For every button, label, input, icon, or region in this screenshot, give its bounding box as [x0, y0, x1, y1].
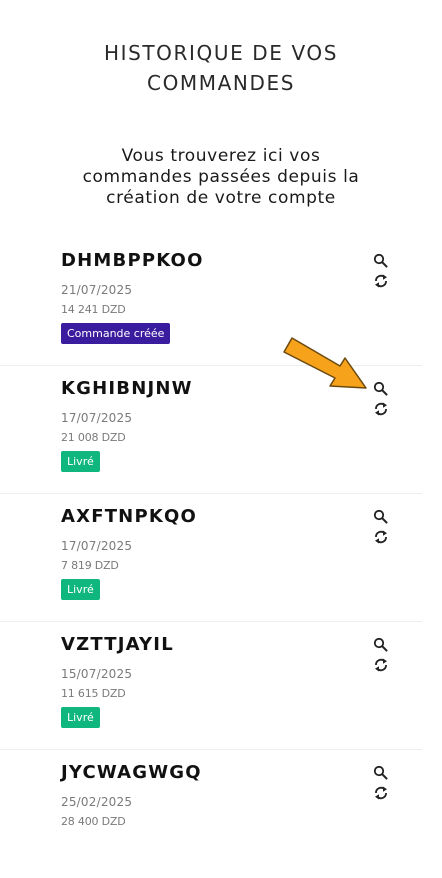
page-title: HISTORIQUE DE VOS COMMANDES — [0, 38, 442, 98]
order-date: 17/07/2025 — [61, 411, 133, 425]
order-date: 25/02/2025 — [61, 795, 133, 809]
order-actions — [372, 380, 390, 418]
order-amount: 28 400 DZD — [61, 815, 126, 828]
status-badge: Commande créée — [61, 323, 171, 344]
page-subtitle-line-1: Vous trouverez ici vos — [121, 146, 321, 166]
status-badge: Livré — [61, 707, 100, 728]
page-subtitle: Vous trouverez ici vos commandes passées… — [0, 146, 442, 209]
order-amount: 7 819 DZD — [61, 559, 119, 572]
order-item: AXFTNPKQO 17/07/2025 7 819 DZD Livré — [0, 494, 422, 622]
order-reference: AXFTNPKQO — [61, 506, 197, 527]
order-reference: JYCWAGWGQ — [61, 762, 202, 783]
order-item: JYCWAGWGQ 25/02/2025 28 400 DZD — [0, 750, 422, 878]
arrow-annotation-icon — [283, 337, 367, 389]
order-actions — [372, 252, 390, 290]
search-icon[interactable] — [372, 508, 390, 526]
reorder-icon[interactable] — [372, 528, 390, 546]
order-reference: KGHIBNJNW — [61, 378, 193, 399]
reorder-icon[interactable] — [372, 784, 390, 802]
status-badge: Livré — [61, 579, 100, 600]
arrow-annotation-shape — [283, 337, 367, 389]
order-date: 15/07/2025 — [61, 667, 133, 681]
search-icon[interactable] — [372, 380, 390, 398]
page-subtitle-line-2: commandes passées depuis la — [82, 167, 360, 187]
page-title-line-1: HISTORIQUE DE VOS — [103, 41, 339, 65]
order-amount: 21 008 DZD — [61, 431, 126, 444]
order-reference: DHMBPPKOO — [61, 250, 204, 271]
search-icon[interactable] — [372, 252, 390, 270]
order-actions — [372, 508, 390, 546]
search-icon[interactable] — [372, 764, 390, 782]
page-subtitle-line-3: création de votre compte — [106, 188, 336, 208]
order-date: 21/07/2025 — [61, 283, 133, 297]
reorder-icon[interactable] — [372, 656, 390, 674]
order-actions — [372, 636, 390, 674]
order-date: 17/07/2025 — [61, 539, 133, 553]
reorder-icon[interactable] — [372, 400, 390, 418]
status-badge: Livré — [61, 451, 100, 472]
page-title-line-2: COMMANDES — [147, 71, 295, 95]
order-actions — [372, 764, 390, 802]
order-amount: 14 241 DZD — [61, 303, 126, 316]
order-item: VZTTJAYIL 15/07/2025 11 615 DZD Livré — [0, 622, 422, 750]
search-icon[interactable] — [372, 636, 390, 654]
reorder-icon[interactable] — [372, 272, 390, 290]
order-reference: VZTTJAYIL — [61, 634, 174, 655]
order-amount: 11 615 DZD — [61, 687, 126, 700]
